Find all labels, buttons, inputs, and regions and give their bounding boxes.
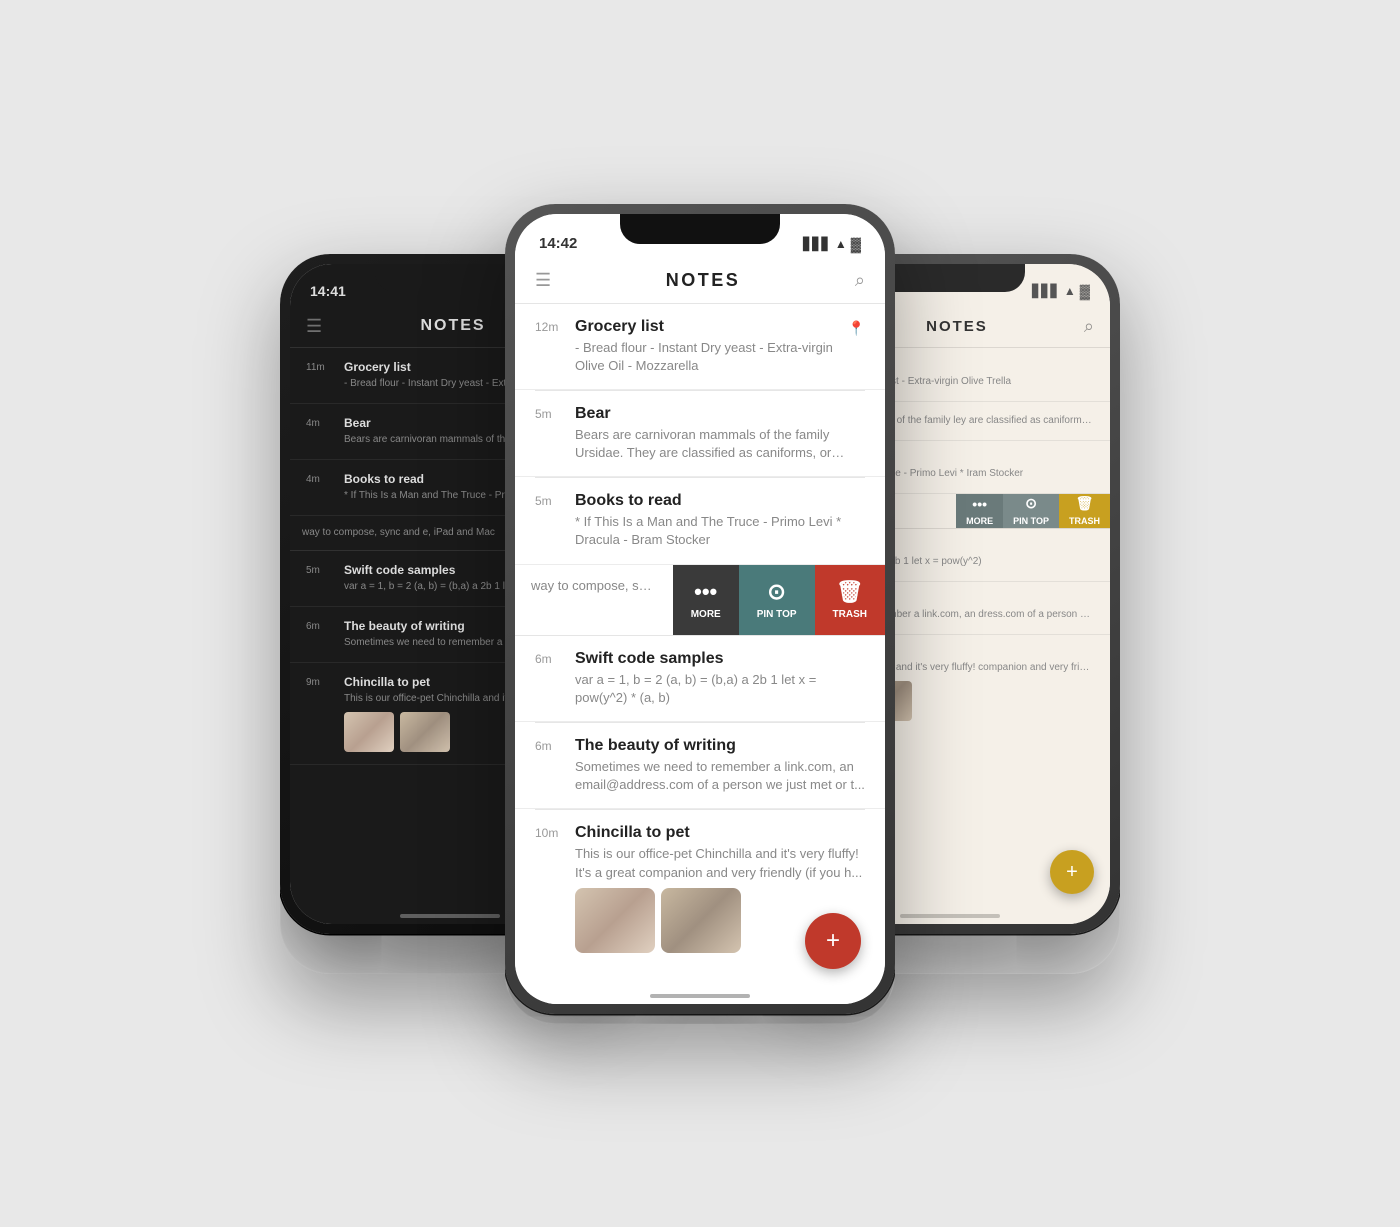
notch-left: [375, 264, 525, 292]
note-item-grocery-center[interactable]: 12m Grocery list - Bread flour - Instant…: [515, 304, 885, 390]
notch-right: [875, 264, 1025, 292]
wifi-icon-right: ▲: [1064, 284, 1076, 298]
swipe-actions-center: ••• MORE ⊙ PIN TOP 🗑 TRASH: [673, 565, 885, 635]
note-item-swift-center[interactable]: 6m Swift code samples var a = 1, b = 2 (…: [515, 636, 885, 722]
action-pin-right[interactable]: ⊙ PIN TOP: [1003, 494, 1059, 528]
pin-action-icon-right: ⊙: [1025, 495, 1037, 512]
more-label-right: MORE: [966, 516, 993, 526]
trash-label-center: TRASH: [833, 609, 867, 620]
action-trash-center[interactable]: 🗑 TRASH: [815, 565, 885, 635]
note-content-bear-center: Bear Bears are carnivoran mammals of the…: [575, 405, 865, 462]
wifi-icon-center: ▲: [835, 237, 847, 251]
home-indicator-right: [900, 914, 1000, 918]
swipe-preview-center: way to compose, sync and e, iPad and Mac: [531, 577, 657, 595]
note-list-center: 12m Grocery list - Bread flour - Instant…: [515, 304, 885, 967]
thumb1-center: [575, 888, 655, 953]
note-time-beauty-center: 6m: [535, 739, 565, 794]
note-item-books-center[interactable]: 5m Books to read * If This Is a Man and …: [515, 478, 885, 564]
note-time-bear-center: 5m: [535, 407, 565, 462]
swipe-note-center: way to compose, sync and e, iPad and Mac: [515, 565, 673, 635]
home-indicator-center: [650, 994, 750, 998]
note-time-bear-left: 4m: [306, 418, 334, 447]
note-title-bear-center: Bear: [575, 405, 865, 423]
phones-container: 14:41 ▋▋▋ ▲ ▓ ☰ NOTES ⌕: [250, 164, 1150, 1064]
note-preview-beauty-center: Sometimes we need to remember a link.com…: [575, 758, 865, 794]
note-content-grocery-center: Grocery list - Bread flour - Instant Dry…: [575, 318, 838, 375]
pin-label-right: PIN TOP: [1013, 516, 1049, 526]
note-title-swift-center: Swift code samples: [575, 650, 865, 668]
note-time-swift-center: 6m: [535, 652, 565, 707]
note-preview-grocery-center: - Bread flour - Instant Dry yeast - Extr…: [575, 339, 838, 375]
fab-center[interactable]: +: [805, 913, 861, 969]
action-more-center[interactable]: ••• MORE: [673, 565, 739, 635]
note-item-beauty-center[interactable]: 6m The beauty of writing Sometimes we ne…: [515, 723, 885, 809]
note-title-books-center: Books to read: [575, 492, 865, 510]
signal-icon-right: ▋▋▋: [1032, 284, 1060, 298]
action-trash-right[interactable]: 🗑 TRASH: [1059, 494, 1110, 528]
note-title-grocery-center: Grocery list: [575, 318, 838, 336]
note-time-books-center: 5m: [535, 494, 565, 549]
more-icon-center: •••: [694, 579, 717, 605]
time-left: 14:41: [310, 283, 346, 299]
signal-icon-center: ▋▋▋: [803, 237, 831, 251]
action-more-right[interactable]: ••• MORE: [956, 494, 1003, 528]
menu-icon-center[interactable]: ☰: [535, 270, 551, 291]
trash-action-icon-right: 🗑: [1076, 495, 1094, 512]
action-pin-center[interactable]: ⊙ PIN TOP: [739, 565, 815, 635]
note-time-swift-left: 5m: [306, 565, 334, 594]
title-center: NOTES: [551, 270, 855, 291]
status-icons-right: ▋▋▋ ▲ ▓: [1032, 283, 1090, 299]
trash-label-right: TRASH: [1069, 516, 1100, 526]
note-time-left: 11m: [306, 362, 334, 391]
thumb2-center: [661, 888, 741, 953]
battery-icon-center: ▓: [851, 236, 861, 252]
notch-center: [620, 214, 780, 244]
note-preview-bear-center: Bears are carnivoran mammals of the fami…: [575, 426, 865, 462]
swipe-row-center: way to compose, sync and e, iPad and Mac…: [515, 565, 885, 636]
fab-icon-center: +: [826, 913, 840, 969]
search-icon-right[interactable]: ⌕: [1084, 316, 1094, 337]
note-title-beauty-center: The beauty of writing: [575, 737, 865, 755]
more-label-center: MORE: [691, 609, 721, 620]
note-preview-chinchilla-center: This is our office-pet Chinchilla and it…: [575, 845, 865, 881]
screen-center: 14:42 ▋▋▋ ▲ ▓ ☰ NOTES ⌕: [515, 214, 885, 1004]
note-title-chinchilla-center: Chincilla to pet: [575, 824, 865, 842]
trash-action-icon-center: 🗑: [836, 579, 864, 605]
pin-icon-center: 📍: [848, 320, 865, 375]
home-indicator-left: [400, 914, 500, 918]
note-time-books-left: 4m: [306, 474, 334, 503]
battery-icon-right: ▓: [1080, 283, 1090, 299]
note-content-beauty-center: The beauty of writing Sometimes we need …: [575, 737, 865, 794]
swipe-actions-right: ••• MORE ⊙ PIN TOP 🗑 TRASH: [956, 494, 1110, 528]
more-icon-right: •••: [972, 496, 987, 512]
search-icon-center[interactable]: ⌕: [855, 270, 865, 291]
note-item-bear-center[interactable]: 5m Bear Bears are carnivoran mammals of …: [515, 391, 885, 477]
note-time-chinchilla-center: 10m: [535, 826, 565, 952]
pin-label-center: PIN TOP: [757, 609, 797, 620]
fab-right[interactable]: +: [1050, 850, 1094, 894]
swipe-preview-left: way to compose, sync and e, iPad and Mac: [302, 526, 501, 540]
status-icons-center: ▋▋▋ ▲ ▓: [803, 236, 861, 252]
phone-center: 14:42 ▋▋▋ ▲ ▓ ☰ NOTES ⌕: [505, 204, 895, 1024]
header-center: ☰ NOTES ⌕: [515, 262, 885, 304]
note-content-swift-center: Swift code samples var a = 1, b = 2 (a, …: [575, 650, 865, 707]
note-preview-swift-center: var a = 1, b = 2 (a, b) = (b,a) a 2b 1 l…: [575, 671, 865, 707]
pin-action-icon-center: ⊙: [767, 579, 785, 605]
note-preview-books-center: * If This Is a Man and The Truce - Primo…: [575, 513, 865, 549]
time-center: 14:42: [539, 235, 577, 252]
fab-icon-right: +: [1066, 850, 1078, 894]
note-time-beauty-left: 6m: [306, 621, 334, 650]
menu-icon-left[interactable]: ☰: [306, 316, 322, 337]
thumb2-left: [400, 712, 450, 752]
note-content-books-center: Books to read * If This Is a Man and The…: [575, 492, 865, 549]
swipe-note-left: way to compose, sync and e, iPad and Mac: [290, 516, 513, 550]
note-time-chinchilla-left: 9m: [306, 677, 334, 752]
note-time-grocery-center: 12m: [535, 320, 565, 375]
thumb1-left: [344, 712, 394, 752]
